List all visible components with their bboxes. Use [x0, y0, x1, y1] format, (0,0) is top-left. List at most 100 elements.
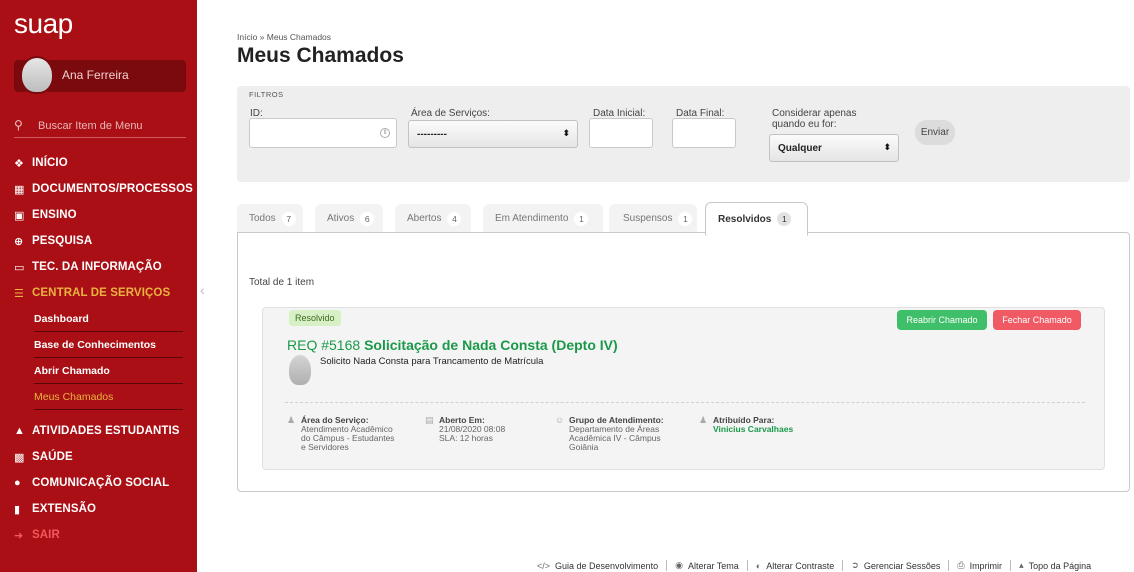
- sidebar-item-label: ATIVIDADES ESTUDANTIS: [32, 425, 180, 437]
- submenu-item-base-conhecimentos[interactable]: Base de Conhecimentos: [34, 332, 183, 358]
- start-date-input[interactable]: [589, 118, 653, 148]
- tab-suspensos[interactable]: Suspensos 1: [609, 204, 697, 233]
- home-icon: ❖: [14, 157, 24, 170]
- collapse-sidebar-icon[interactable]: ‹: [200, 282, 205, 298]
- change-theme-label: Alterar Tema: [687, 560, 739, 571]
- info-group: ☺ Grupo de Atendimento: Departamento de …: [555, 416, 695, 452]
- user-box[interactable]: Ana Ferreira: [14, 56, 186, 94]
- consider-label-line2: quando eu for:: [772, 119, 837, 130]
- tab-count: 4: [447, 211, 462, 226]
- code-icon: </>: [537, 560, 551, 571]
- change-theme-link[interactable]: ◉ Alterar Tema: [675, 560, 739, 571]
- reopen-ticket-button[interactable]: Reabrir Chamado: [897, 310, 987, 330]
- calendar-icon: ▤: [425, 415, 434, 425]
- total-items: Total de 1 item: [249, 277, 315, 288]
- close-ticket-button[interactable]: Fechar Chamado: [993, 310, 1081, 330]
- user-avatar: [20, 56, 54, 94]
- info-area-value-3: e Servidores: [301, 442, 349, 452]
- palette-icon: ◉: [675, 560, 683, 570]
- sidebar-item-central-servicos[interactable]: ☰ CENTRAL DE SERVIÇOS: [0, 280, 197, 306]
- area-label: Área de Serviços:: [411, 108, 490, 119]
- arrow-up-icon: ▴: [1019, 560, 1024, 570]
- print-link[interactable]: ⎙ Imprimir: [957, 560, 1002, 571]
- sidebar-item-saude[interactable]: ▩ SAÚDE: [0, 444, 197, 470]
- person-icon: ♟: [287, 415, 296, 425]
- app-logo[interactable]: suap: [14, 8, 73, 40]
- tab-label: Ativos: [327, 213, 355, 224]
- tab-count: 1: [678, 211, 693, 226]
- submenu-item-dashboard[interactable]: Dashboard: [34, 306, 183, 332]
- dev-guide-label: Guia de Desenvolvimento: [555, 560, 659, 571]
- sidebar-item-extensao[interactable]: ▮ EXTENSÃO: [0, 496, 197, 522]
- ticket-description: Solicito Nada Consta para Trancamento de…: [320, 356, 544, 367]
- consider-label: Considerar apenas quando eu for:: [772, 108, 857, 130]
- info-opened: ▤ Aberto Em: 21/08/2020 08:08 SLA: 12 ho…: [425, 416, 535, 443]
- menu-search: ⚲: [14, 116, 186, 138]
- info-group-value-3: Goiânia: [569, 442, 599, 452]
- sidebar-item-tec-informacao[interactable]: ▭ TEC. DA INFORMAÇÃO: [0, 254, 197, 280]
- tab-resolvidos[interactable]: Resolvidos 1: [705, 202, 808, 236]
- card-divider: [285, 402, 1085, 403]
- user-name: Ana Ferreira: [62, 68, 129, 82]
- tab-abertos[interactable]: Abertos 4: [395, 204, 471, 233]
- teaching-icon: ▣: [14, 209, 25, 222]
- health-icon: ▩: [14, 451, 25, 464]
- footer-separator: [666, 560, 668, 571]
- change-contrast-link[interactable]: ◐ Alterar Contraste: [756, 561, 834, 571]
- sidebar-item-ensino[interactable]: ▣ ENSINO: [0, 202, 197, 228]
- tab-todos[interactable]: Todos 7: [237, 204, 303, 233]
- tab-ativos[interactable]: Ativos 6: [315, 204, 383, 233]
- number-spinner-icon[interactable]: ⇕: [380, 128, 390, 138]
- tab-em-atendimento[interactable]: Em Atendimento 1: [483, 204, 603, 233]
- filters-title: FILTROS: [249, 90, 284, 99]
- sidebar-item-atividades-estudantis[interactable]: ▲ ATIVIDADES ESTUDANTIS: [0, 418, 197, 444]
- sidebar: suap Ana Ferreira ⚲ ❖ INÍCIO ▦ DOCUMENTO…: [0, 0, 197, 572]
- manage-sessions-link[interactable]: ➲ Gerenciar Sessões: [851, 560, 940, 571]
- menu-search-input[interactable]: [38, 117, 178, 135]
- ticket-title-link[interactable]: REQ #5168 Solicitação de Nada Consta (De…: [287, 337, 618, 353]
- sidebar-item-pesquisa[interactable]: ⊕ PESQUISA: [0, 228, 197, 254]
- end-date-input[interactable]: [672, 118, 736, 148]
- main-content: Início » Meus Chamados Meus Chamados FIL…: [237, 0, 1130, 572]
- person-icon: ♟: [699, 415, 708, 425]
- sidebar-item-documentos[interactable]: ▦ DOCUMENTOS/PROCESSOS: [0, 176, 197, 202]
- monitor-icon: ▭: [14, 261, 25, 274]
- submenu-item-abrir-chamado[interactable]: Abrir Chamado: [34, 358, 183, 384]
- back-to-top-link[interactable]: ▴ Topo da Página: [1019, 560, 1091, 571]
- sidebar-item-comunicacao-social[interactable]: ● COMUNICAÇÃO SOCIAL: [0, 470, 197, 496]
- sign-in-icon: ➲: [851, 560, 859, 570]
- info-area: ♟ Área do Serviço: Atendimento Acadêmico…: [287, 416, 417, 452]
- ticket-title: Solicitação de Nada Consta (Depto IV): [364, 337, 618, 353]
- send-button[interactable]: Enviar: [915, 120, 955, 145]
- tab-label: Todos: [249, 213, 276, 224]
- page-title: Meus Chamados: [237, 44, 404, 67]
- list-icon: ☰: [14, 287, 24, 300]
- sidebar-item-label: EXTENSÃO: [32, 503, 97, 515]
- tab-label: Resolvidos: [718, 213, 772, 225]
- tab-label: Em Atendimento: [495, 213, 569, 224]
- footer-separator: [746, 560, 748, 571]
- contrast-icon: ◐: [755, 560, 762, 571]
- sidebar-item-sair[interactable]: ➜ SAIR: [0, 522, 197, 548]
- info-assigned: ♟ Atribuído Para: Vinicius Carvalhaes: [699, 416, 839, 434]
- manage-sessions-label: Gerenciar Sessões: [863, 560, 941, 571]
- dev-guide-link[interactable]: </> Guia de Desenvolvimento: [537, 561, 658, 571]
- consider-select[interactable]: Qualquer ⬍: [769, 134, 899, 162]
- group-icon: ☺: [555, 415, 565, 425]
- breadcrumb[interactable]: Início » Meus Chamados: [237, 32, 331, 42]
- tab-count: 6: [360, 211, 375, 226]
- consider-select-value: Qualquer: [778, 142, 822, 154]
- area-select[interactable]: --------- ⬍: [408, 120, 578, 148]
- status-badge: Resolvido: [289, 310, 341, 326]
- printer-icon: ⎙: [957, 560, 965, 570]
- app-root: suap Ana Ferreira ⚲ ❖ INÍCIO ▦ DOCUMENTO…: [0, 0, 1134, 572]
- back-to-top-label: Topo da Página: [1028, 560, 1092, 571]
- select-arrows-icon: ⬍: [883, 142, 891, 152]
- id-input[interactable]: ⇕: [249, 118, 397, 148]
- tab-label: Suspensos: [623, 213, 673, 224]
- sidebar-item-inicio[interactable]: ❖ INÍCIO: [0, 150, 197, 176]
- tickets-panel: Total de 1 item Resolvido Reabrir Chamad…: [237, 232, 1130, 492]
- submenu-item-meus-chamados[interactable]: Meus Chamados: [34, 384, 183, 410]
- change-contrast-label: Alterar Contraste: [766, 560, 835, 571]
- assigned-user-link[interactable]: Vinicius Carvalhaes: [699, 425, 839, 434]
